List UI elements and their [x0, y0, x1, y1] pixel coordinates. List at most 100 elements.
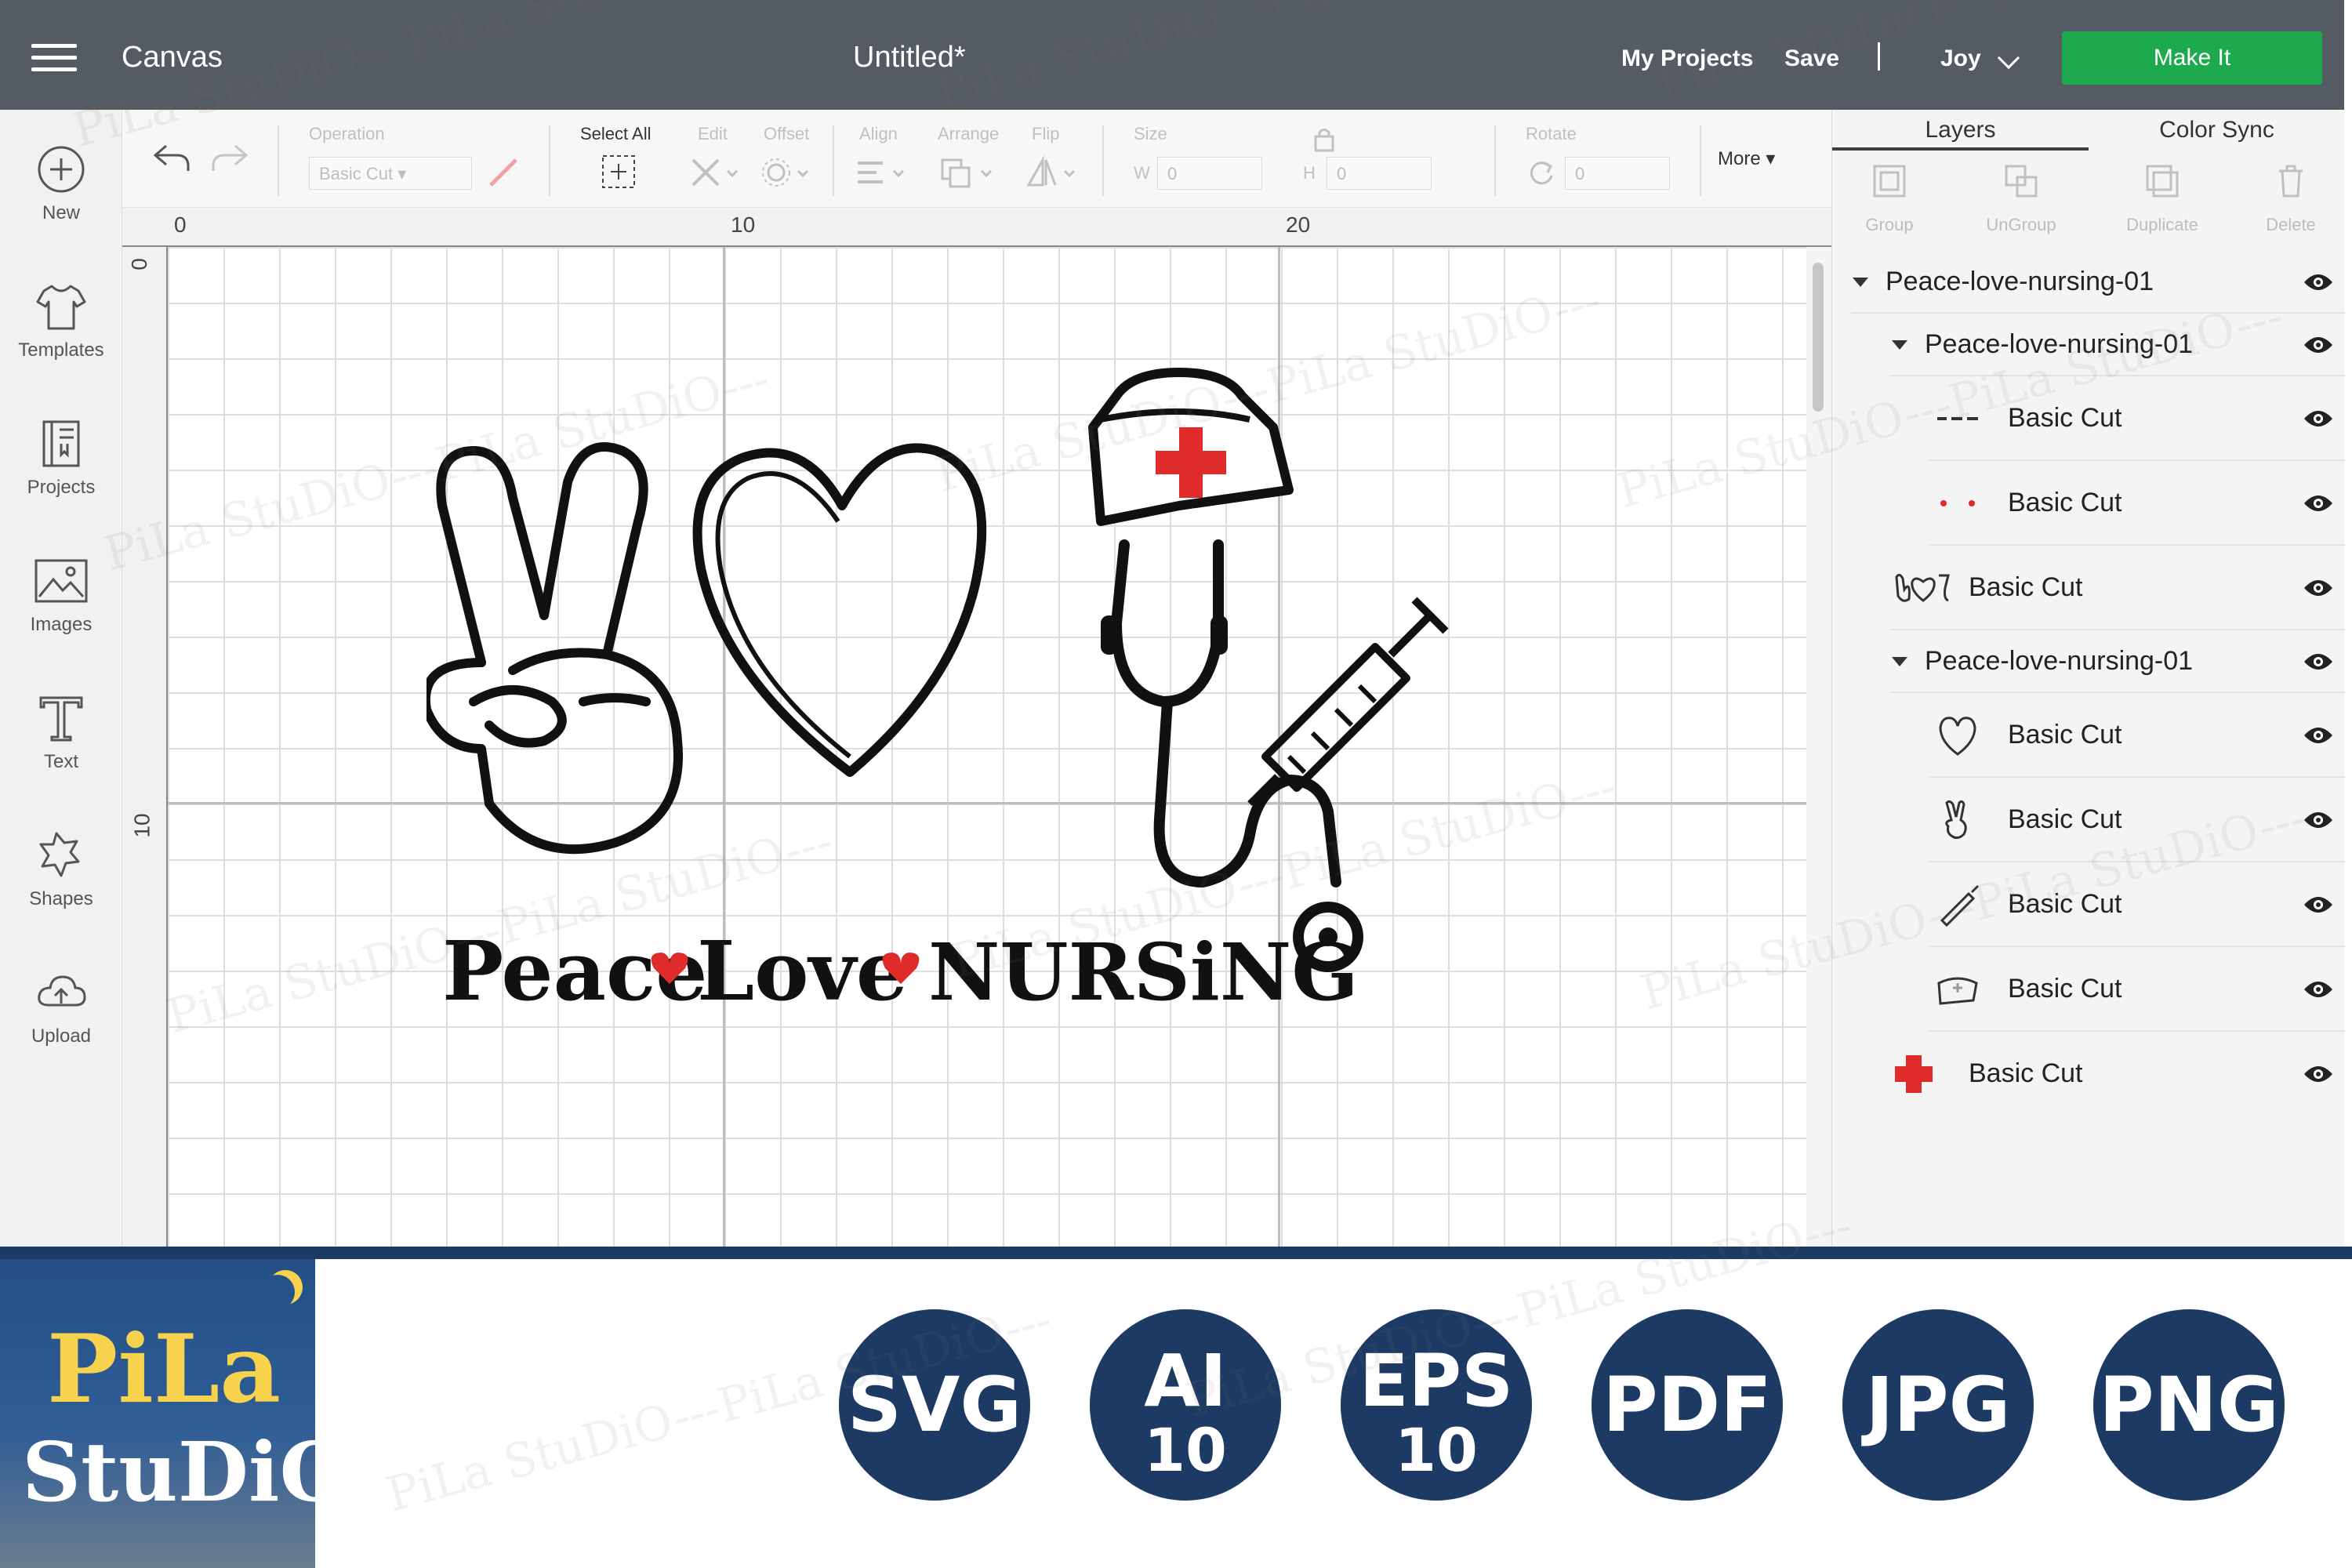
layer-row[interactable]: Basic Cut [1929, 376, 2345, 461]
rotate-label: Rotate [1526, 124, 1577, 143]
layer-row[interactable]: Basic Cut [1929, 862, 2345, 947]
design-artwork[interactable]: Peace Love NURSiNG [426, 333, 1469, 1023]
moon-icon [260, 1275, 295, 1309]
layer-name: Basic Cut [2008, 974, 2122, 1004]
collapse-caret-icon[interactable] [1892, 657, 1907, 666]
projects-icon [42, 420, 80, 467]
layer-row[interactable]: Basic Cut [1929, 947, 2345, 1032]
layer-row[interactable]: Basic Cut [1890, 546, 2345, 630]
eye-icon[interactable] [2303, 271, 2334, 293]
sidebar-item-shapes[interactable]: Shapes [0, 827, 122, 945]
collapse-caret-icon[interactable] [1892, 340, 1907, 350]
layer-row-group[interactable]: Peace-love-nursing-01 [1890, 314, 2345, 376]
flip-label: Flip [1032, 124, 1060, 143]
layer-name: Basic Cut [2008, 804, 2122, 834]
eye-icon[interactable] [2303, 724, 2334, 746]
nurse-cap-graphic [1088, 368, 1294, 526]
sidebar-label: Projects [27, 477, 96, 498]
rotate-input[interactable]: 0 [1565, 157, 1670, 190]
eye-icon[interactable] [2303, 408, 2334, 430]
tab-layers[interactable]: Layers [1832, 110, 2089, 151]
height-label: H [1303, 163, 1316, 183]
sidebar-item-images[interactable]: Images [0, 553, 122, 670]
lock-icon[interactable] [1312, 125, 1336, 152]
document-title[interactable]: Untitled* [853, 41, 966, 74]
layer-row[interactable]: Basic Cut [1929, 693, 2345, 778]
app-title: Canvas [122, 41, 223, 74]
design-canvas[interactable]: Peace Love NURSiNG [168, 247, 1806, 1247]
peace-hand-thumbnail [1945, 800, 1967, 840]
stethoscope-earpiece [1101, 615, 1118, 655]
group-icon [1873, 165, 1906, 198]
align-label: Align [859, 124, 898, 143]
layer-name: Basic Cut [2008, 488, 2122, 517]
layer-name: Basic Cut [1969, 1058, 2083, 1088]
duplicate-icon [2146, 165, 2179, 198]
full-design-thumbnail [1895, 573, 1950, 602]
sidebar-item-templates[interactable]: Templates [0, 278, 122, 396]
align-icon[interactable] [855, 155, 908, 190]
more-button[interactable]: More ▾ [1718, 147, 1775, 170]
canvas-scrollbar[interactable] [1806, 247, 1831, 1247]
ungroup-button[interactable]: UnGroup [1978, 163, 2064, 235]
height-input[interactable]: 0 [1327, 157, 1432, 190]
group-button[interactable]: Group [1846, 163, 1933, 235]
make-it-button[interactable]: Make It [2062, 31, 2322, 85]
eye-icon[interactable] [2303, 334, 2334, 356]
eye-icon[interactable] [2303, 492, 2334, 514]
layer-row-group[interactable]: Peace-love-nursing-01 [1851, 251, 2345, 314]
duplicate-button[interactable]: Duplicate [2119, 163, 2205, 235]
delete-button[interactable]: Delete [2248, 163, 2334, 235]
format-badge-ai: AI 10 [1090, 1309, 1281, 1501]
width-input[interactable]: 0 [1157, 157, 1262, 190]
layer-row-group[interactable]: Peace-love-nursing-01 [1890, 630, 2345, 693]
save-button[interactable]: Save [1784, 45, 1839, 72]
top-ruler: 0 10 20 [122, 208, 1831, 247]
dots-thumbnail [1940, 500, 1975, 506]
eye-icon[interactable] [2303, 1063, 2334, 1085]
eye-icon[interactable] [2303, 809, 2334, 831]
tab-color-sync[interactable]: Color Sync [2089, 110, 2345, 151]
layer-row[interactable]: Basic Cut [1890, 1032, 2345, 1116]
delete-label: Delete [2266, 215, 2316, 234]
heart-thumbnail [1939, 717, 1976, 756]
app-root: Canvas Untitled* My Projects Save Joy Ma… [0, 0, 2352, 1568]
sidebar-item-upload[interactable]: Upload [0, 964, 122, 1082]
layer-row[interactable]: Basic Cut [1929, 461, 2345, 546]
redo-icon[interactable] [210, 141, 251, 176]
arrange-icon[interactable] [938, 155, 997, 190]
operation-dropdown[interactable]: Basic Cut ▾ [309, 157, 472, 190]
operation-label: Operation [309, 124, 385, 143]
edit-icon[interactable] [688, 155, 742, 190]
offset-icon[interactable] [759, 155, 812, 190]
sidebar-item-new[interactable]: New [0, 141, 122, 259]
format-label: PNG [2099, 1361, 2279, 1449]
toolbar-divider [833, 125, 834, 196]
format-badge-pdf: PDF [1592, 1309, 1783, 1501]
eye-icon[interactable] [2303, 978, 2334, 1000]
flip-icon[interactable] [1024, 155, 1080, 190]
chevron-down-icon[interactable] [1997, 46, 2020, 70]
sidebar-label: Shapes [29, 888, 93, 909]
left-ruler: 0 10 [122, 247, 168, 1247]
operation-value: Basic Cut [319, 164, 394, 183]
logo-text-line2: StuDiO [22, 1424, 351, 1520]
layer-row[interactable]: Basic Cut [1929, 778, 2345, 862]
scrollbar-thumb[interactable] [1813, 263, 1824, 412]
eye-icon[interactable] [2303, 894, 2334, 916]
banner-divider [0, 1247, 2352, 1259]
menu-icon[interactable] [31, 44, 77, 72]
sidebar-item-projects[interactable]: Projects [0, 416, 122, 533]
my-projects-link[interactable]: My Projects [1621, 45, 1753, 72]
logo-text-line1: PiLa [47, 1314, 281, 1425]
peace-hand-graphic [426, 442, 683, 855]
pen-color-icon[interactable] [486, 155, 521, 190]
select-all-icon[interactable] [601, 154, 637, 190]
undo-icon[interactable] [151, 141, 191, 176]
sidebar-item-text[interactable]: Text [0, 690, 122, 808]
eye-icon[interactable] [2303, 651, 2334, 673]
eye-icon[interactable] [2303, 577, 2334, 599]
user-menu[interactable]: Joy [1940, 45, 1981, 72]
collapse-caret-icon[interactable] [1853, 278, 1868, 287]
stethoscope-earpiece [1210, 615, 1228, 655]
